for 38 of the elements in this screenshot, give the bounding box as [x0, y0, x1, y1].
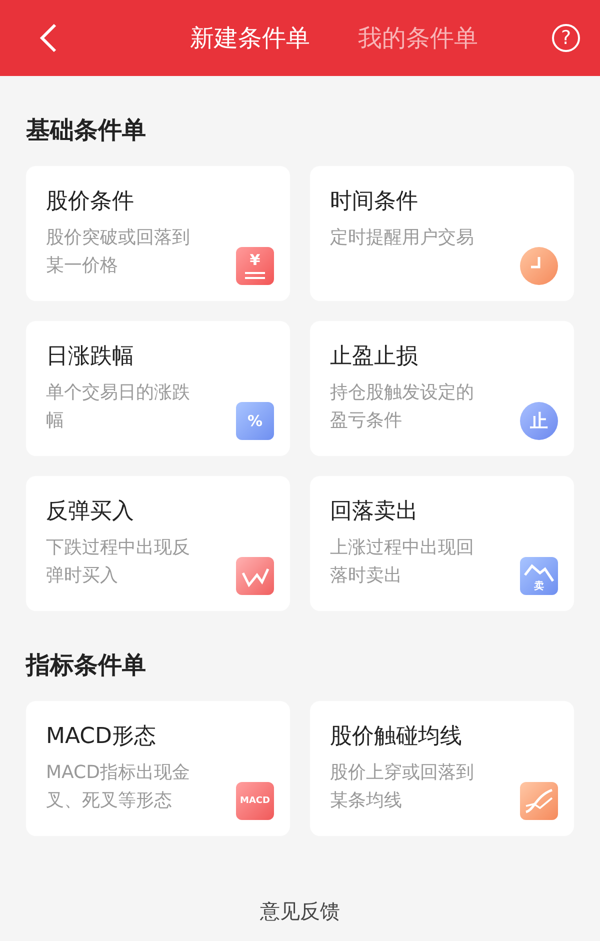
chart-down-icon: 卖 [520, 557, 558, 595]
condition-card[interactable]: 股价触碰均线 股价上穿或回落到某条均线 [310, 701, 574, 836]
card-description: 下跌过程中出现反弹时买入 [46, 536, 191, 588]
card-description: 股价突破或回落到某一价格 [46, 226, 191, 278]
card-description: 定时提醒用户交易 [330, 226, 475, 250]
condition-card[interactable]: 反弹买入 下跌过程中出现反弹时买入 [26, 476, 290, 611]
card-title: 止盈止损 [330, 343, 419, 371]
macd-icon: MACD [236, 782, 274, 820]
back-icon [38, 22, 58, 54]
card-description: 单个交易日的涨跌幅 [46, 381, 191, 433]
condition-card[interactable]: MACD形态 MACD指标出现金叉、死叉等形态 MACD [26, 701, 290, 836]
tab[interactable]: 新建条件单 [190, 22, 310, 54]
condition-card[interactable]: 止盈止损 持仓股触发设定的盈亏条件 止 [310, 321, 574, 456]
calendar-icon: % [236, 402, 274, 440]
card-title: 股价条件 [46, 188, 135, 216]
stop-icon: 止 [520, 402, 558, 440]
card-description: MACD指标出现金叉、死叉等形态 [46, 761, 191, 813]
condition-card[interactable]: 回落卖出 上涨过程中出现回落时卖出 卖 [310, 476, 574, 611]
section-title: 基础条件单 [25, 115, 147, 146]
card-title: MACD形态 [46, 723, 157, 751]
condition-card[interactable]: 日涨跌幅 单个交易日的涨跌幅 % [26, 321, 290, 456]
condition-card[interactable]: 时间条件 定时提醒用户交易 [310, 166, 574, 301]
feedback-link[interactable]: 意见反馈 [0, 898, 600, 925]
card-description: 上涨过程中出现回落时卖出 [330, 536, 475, 588]
clock-icon [520, 247, 558, 285]
card-description: 持仓股触发设定的盈亏条件 [330, 381, 475, 433]
card-title: 股价触碰均线 [330, 723, 463, 751]
section-title: 指标条件单 [24, 650, 147, 681]
help-button[interactable]: ? [552, 24, 580, 52]
price-tag-icon: ¥ [236, 247, 274, 285]
chart-up-icon [520, 782, 558, 820]
card-title: 日涨跌幅 [46, 343, 135, 371]
condition-card[interactable]: 股价条件 股价突破或回落到某一价格 ¥ [26, 166, 290, 301]
card-description: 股价上穿或回落到某条均线 [330, 761, 475, 813]
card-title: 时间条件 [330, 188, 419, 216]
card-title: 反弹买入 [46, 498, 135, 526]
card-title: 回落卖出 [330, 498, 419, 526]
chart-up-icon [236, 557, 274, 595]
